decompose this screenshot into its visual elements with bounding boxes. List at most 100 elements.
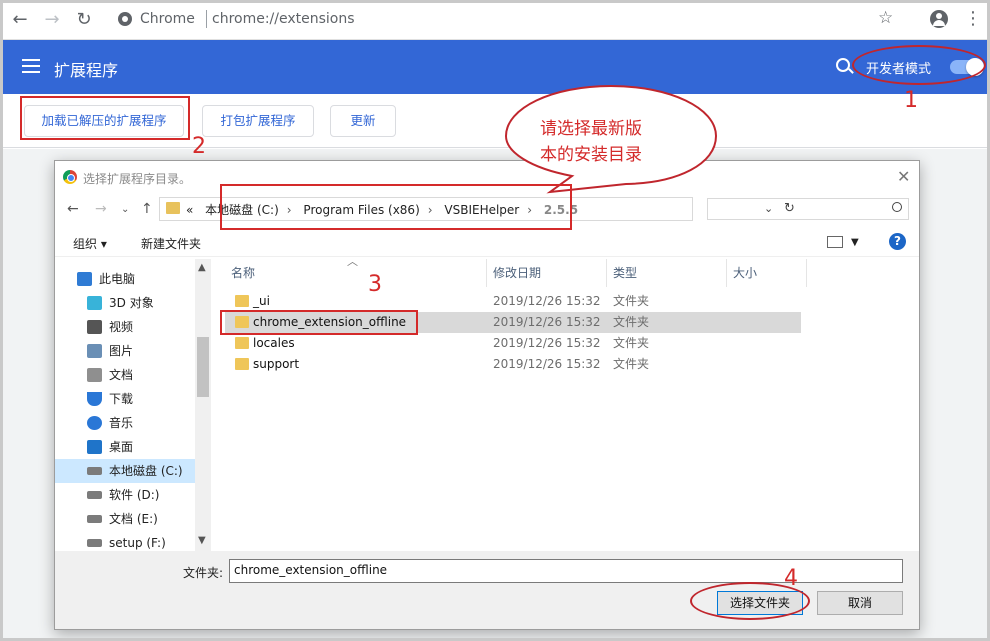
column-header-type[interactable]: 类型 [607,259,727,287]
chrome-logo-icon [63,170,77,184]
breadcrumb-current[interactable]: 2.5.5 [544,203,578,217]
account-icon[interactable] [930,10,948,28]
file-date: 2019/12/26 15:32 [493,294,601,308]
nav-item-label: 本地磁盘 (C:) [109,464,183,478]
breadcrumb-separator-icon[interactable]: › [527,203,532,217]
organize-menu[interactable]: 组织 ▾ [73,235,107,252]
address-bar[interactable]: « 本地磁盘 (C:) › Program Files (x86) › VSBIEH… [159,197,795,221]
recent-locations-chevron-icon[interactable]: ⌄ [121,204,129,215]
nav-item-label: setup (F:) [109,536,166,550]
scroll-down-icon[interactable]: ▼ [198,535,206,546]
back-arrow-icon[interactable]: ← [8,8,32,32]
file-name: locales [253,336,295,350]
close-icon[interactable]: ✕ [897,167,910,186]
table-row[interactable]: support 2019/12/26 15:32 文件夹 [225,354,801,375]
column-header-name[interactable]: 名称 [225,259,487,287]
documents-icon [87,368,102,382]
table-row[interactable]: chrome_extension_offline 2019/12/26 15:32… [225,312,801,333]
desktop-icon [87,440,102,454]
search-icon[interactable] [836,58,850,72]
pack-extension-button[interactable]: 打包扩展程序 [202,105,314,137]
back-arrow-icon[interactable]: ← [67,201,79,217]
omnibox[interactable]: Chrome chrome://extensions ☆ [108,6,908,34]
navigation-scrollbar[interactable]: ▲ ▼ [195,259,211,551]
nav-item[interactable]: 软件 (D:) [55,483,195,507]
column-header-date[interactable]: 修改日期 [487,259,607,287]
file-type: 文件夹 [613,357,650,371]
breadcrumb-item[interactable]: VSBIEHelper [444,203,519,217]
nav-item-label: 文档 [109,368,134,382]
load-unpacked-button[interactable]: 加载已解压的扩展程序 [24,105,184,137]
folder-icon [235,316,249,328]
select-folder-dialog: 选择扩展程序目录。 ✕ ← → ⌄ ↑ « 本地磁盘 (C:) › Program… [54,160,920,630]
column-header-size[interactable]: 大小 [727,259,807,287]
breadcrumb-item[interactable]: 本地磁盘 (C:) [205,203,279,217]
scroll-up-icon[interactable]: ▲ [198,262,206,273]
download-icon [87,392,102,406]
nav-item[interactable]: 3D 对象 [55,291,195,315]
breadcrumb-item[interactable]: Program Files (x86) [303,203,419,217]
nav-item[interactable]: setup (F:) [55,531,195,551]
drive-icon [87,467,102,475]
pictures-icon [87,344,102,358]
forward-arrow-icon[interactable]: → [40,8,64,32]
address-row: ← → ⌄ ↑ « 本地磁盘 (C:) › Program Files (x86)… [55,193,919,225]
drive-icon [87,539,102,547]
nav-item[interactable]: 音乐 [55,411,195,435]
table-row[interactable]: _ui 2019/12/26 15:32 文件夹 [225,291,801,312]
scrollbar-thumb[interactable] [197,337,209,397]
annotation-number-1: 1 [904,88,918,113]
developer-mode-toggle[interactable] [950,58,984,76]
video-icon [87,320,102,334]
page-title: 扩展程序 [54,61,119,80]
up-arrow-icon[interactable]: ↑ [141,201,153,217]
nav-item[interactable]: 视频 [55,315,195,339]
browser-toolbar: ← → ↻ Chrome chrome://extensions ☆ ⋮ [0,0,990,40]
chrome-site-icon [118,12,132,26]
nav-item[interactable]: 下载 [55,387,195,411]
help-icon[interactable]: ? [889,233,906,250]
nav-item[interactable]: 本地磁盘 (C:) [55,459,195,483]
view-options-icon[interactable] [827,236,843,248]
nav-item[interactable]: 文档 [55,363,195,387]
omnibox-site-name: Chrome [140,11,195,27]
select-folder-button[interactable]: 选择文件夹 [717,591,803,615]
drive-icon [87,491,102,499]
view-dropdown-icon[interactable]: ▼ [851,237,859,248]
nav-item-label: 音乐 [109,416,134,430]
nav-item[interactable]: 此电脑 [55,267,195,291]
folder-name-input[interactable]: chrome_extension_offline [229,559,903,583]
table-row[interactable]: locales 2019/12/26 15:32 文件夹 [225,333,801,354]
search-icon [892,202,902,212]
hamburger-menu-icon[interactable] [22,59,40,73]
nav-item[interactable]: 文档 (E:) [55,507,195,531]
nav-item[interactable]: 桌面 [55,435,195,459]
cancel-button[interactable]: 取消 [817,591,903,615]
nav-item-label: 桌面 [109,440,134,454]
file-list: ︿ 名称 修改日期 类型 大小 _ui 2019/12/26 15:32 文件夹 ch… [225,255,919,551]
search-input[interactable] [707,198,909,220]
new-folder-button[interactable]: 新建文件夹 [141,235,201,252]
bubble-text-line2: 本的安装目录 [540,145,642,165]
reload-icon[interactable]: ↻ [72,8,96,32]
computer-icon [77,272,92,286]
breadcrumb-separator-icon[interactable]: › [428,203,433,217]
command-bar: 组织 ▾ 新建文件夹 ▼ ? [55,227,919,257]
breadcrumb: « 本地磁盘 (C:) › Program Files (x86) › VSBIEH… [186,201,586,218]
nav-item-label: 此电脑 [99,272,136,286]
breadcrumb-overflow[interactable]: « [186,203,193,217]
dialog-title-bar: 选择扩展程序目录。 ✕ [55,161,919,193]
nav-item-label: 视频 [109,320,134,334]
drive-icon [87,515,102,523]
bookmark-star-icon[interactable]: ☆ [878,8,893,28]
annotation-number-3: 3 [368,272,382,297]
more-menu-icon[interactable]: ⋮ [964,8,982,30]
3d-objects-icon [87,296,102,310]
nav-item[interactable]: 图片 [55,339,195,363]
breadcrumb-separator-icon[interactable]: › [287,203,292,217]
update-button[interactable]: 更新 [330,105,396,137]
music-icon [87,416,102,430]
file-name: support [253,357,300,371]
annotation-number-2: 2 [192,134,206,159]
forward-arrow-icon[interactable]: → [95,201,107,217]
